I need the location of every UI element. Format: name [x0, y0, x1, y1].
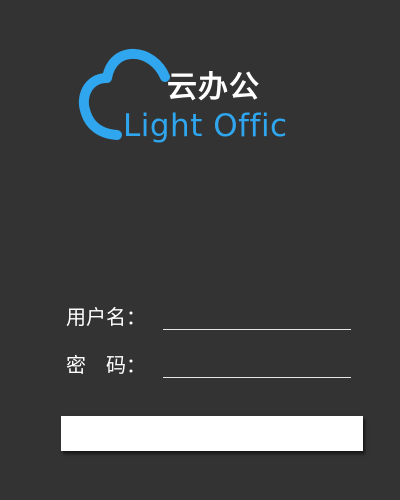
username-row: 用户名： [66, 302, 352, 332]
logo-chinese-text: 云办公 [167, 70, 260, 105]
logo-english-text: Light Offic [123, 108, 288, 144]
username-label: 用户名： [66, 305, 146, 329]
password-label: 密 码： [66, 353, 146, 377]
login-button[interactable] [61, 416, 363, 451]
password-row: 密 码： [66, 350, 352, 380]
username-input[interactable] [163, 304, 351, 330]
app-logo: 云办公 Light Offic [75, 38, 325, 150]
password-input[interactable] [163, 352, 351, 378]
